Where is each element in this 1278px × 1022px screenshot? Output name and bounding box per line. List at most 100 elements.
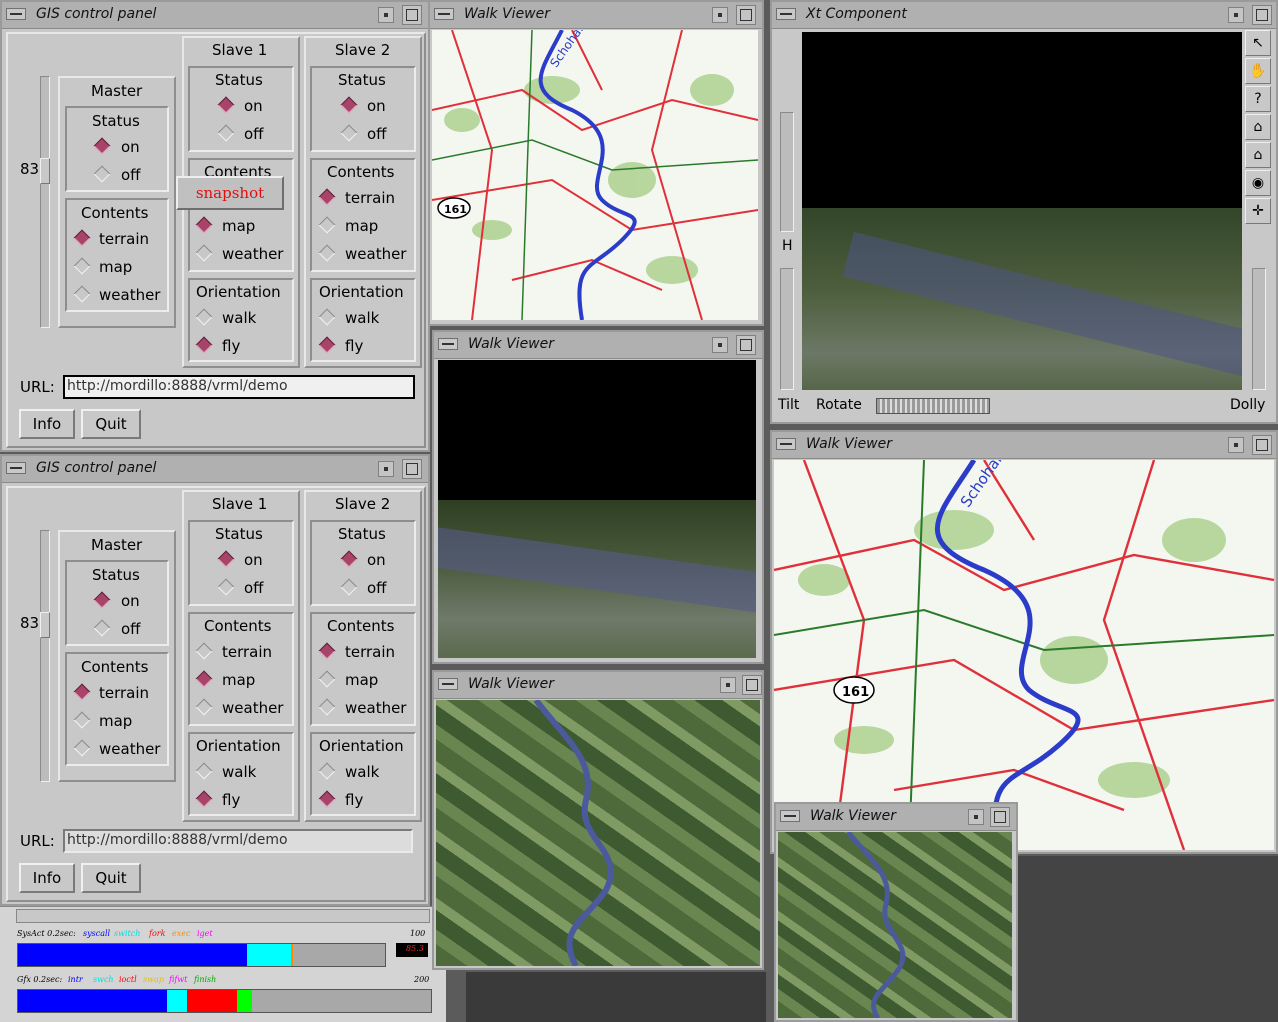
title-bar[interactable]: Walk Viewer — [434, 332, 762, 359]
slave2-walk-label[interactable]: walk — [345, 763, 379, 781]
minimize-icon[interactable] — [378, 7, 394, 23]
maximize-icon[interactable] — [402, 5, 422, 25]
slave2-map-label[interactable]: map — [345, 217, 378, 235]
url-input[interactable]: http://mordillo:8888/vrml/demo — [63, 375, 415, 399]
set-home-icon[interactable]: ⌂ — [1245, 142, 1271, 168]
perf-scrollbar[interactable] — [16, 909, 430, 923]
title-bar[interactable]: Walk Viewer — [430, 2, 762, 29]
slave2-weather-label[interactable]: weather — [345, 245, 406, 263]
title-bar[interactable]: Xt Component — [772, 2, 1276, 29]
minimize-icon[interactable] — [1228, 7, 1244, 23]
window-menu-icon[interactable] — [6, 462, 26, 474]
maximize-icon[interactable] — [1252, 435, 1272, 455]
quit-button[interactable]: Quit — [81, 409, 141, 439]
slave2-walk-label[interactable]: walk — [345, 309, 379, 327]
title-bar[interactable]: Walk Viewer — [772, 432, 1276, 459]
value-slider[interactable] — [40, 76, 50, 328]
info-button[interactable]: Info — [19, 409, 75, 439]
rotate-thumbwheel[interactable] — [876, 398, 990, 414]
maximize-icon[interactable] — [990, 807, 1010, 827]
home-icon[interactable]: ⌂ — [1245, 114, 1271, 140]
minimize-icon[interactable] — [378, 461, 394, 477]
slave1-terrain-label[interactable]: terrain — [222, 643, 272, 661]
minimize-icon[interactable] — [968, 809, 984, 825]
slave1-status-on-label[interactable]: on — [244, 551, 263, 569]
slave2-status-on-label[interactable]: on — [367, 97, 386, 115]
xt-3d-viewport[interactable] — [802, 32, 1242, 390]
master-status-off-label[interactable]: off — [121, 166, 141, 184]
slave1-map-label[interactable]: map — [222, 217, 255, 235]
master-map-label[interactable]: map — [99, 258, 132, 276]
map-viewport[interactable]: 161 Schoharie — [774, 460, 1274, 850]
slave2-fly-label[interactable]: fly — [345, 337, 363, 355]
crosshair-icon[interactable]: ✛ — [1245, 198, 1271, 224]
eye-icon[interactable]: ◉ — [1245, 170, 1271, 196]
window-menu-icon[interactable] — [776, 438, 796, 450]
slave1-status-off-label[interactable]: off — [244, 125, 264, 143]
title-bar[interactable]: GIS control panel — [2, 456, 428, 483]
title-bar[interactable]: Walk Viewer — [776, 804, 1016, 831]
master-status-off-label[interactable]: off — [121, 620, 141, 638]
slave1-weather-label[interactable]: weather — [222, 245, 283, 263]
aerial-viewport[interactable] — [778, 832, 1012, 1018]
slider-thumb[interactable] — [40, 612, 50, 638]
slave2-terrain-label[interactable]: terrain — [345, 189, 395, 207]
window-title: Walk Viewer — [468, 336, 555, 352]
master-status-on-label[interactable]: on — [121, 138, 140, 156]
hand-icon[interactable]: ✋ — [1245, 58, 1271, 84]
maximize-icon[interactable] — [736, 335, 756, 355]
info-button[interactable]: Info — [19, 863, 75, 893]
slave2-fly-label[interactable]: fly — [345, 791, 363, 809]
url-input[interactable]: http://mordillo:8888/vrml/demo — [63, 829, 413, 853]
window-menu-icon[interactable] — [438, 678, 458, 690]
title-bar[interactable]: Walk Viewer — [434, 672, 762, 699]
map-viewport[interactable]: 161 Schoharie — [432, 30, 758, 320]
window-menu-icon[interactable] — [780, 810, 800, 822]
minimize-icon[interactable] — [720, 677, 736, 693]
aerial-viewport[interactable] — [436, 700, 760, 966]
slave2-status-off-label[interactable]: off — [367, 125, 387, 143]
maximize-icon[interactable] — [1252, 5, 1272, 25]
minimize-icon[interactable] — [712, 337, 728, 353]
maximize-icon[interactable] — [736, 5, 756, 25]
arrow-pointer-icon[interactable]: ↖ — [1245, 30, 1271, 56]
slave2-map-label[interactable]: map — [345, 671, 378, 689]
window-menu-icon[interactable] — [6, 8, 26, 20]
slave2-status-off-label[interactable]: off — [367, 579, 387, 597]
window-menu-icon[interactable] — [438, 338, 458, 350]
slave1-status-on-label[interactable]: on — [244, 97, 263, 115]
master-status-on-label[interactable]: on — [121, 592, 140, 610]
snapshot-popup-item[interactable]: snapshot — [176, 176, 284, 210]
slave1-walk-label[interactable]: walk — [222, 763, 256, 781]
slave1-walk-label[interactable]: walk — [222, 309, 256, 327]
dolly-thumbwheel[interactable] — [1252, 268, 1266, 390]
master-terrain-label[interactable]: terrain — [99, 684, 149, 702]
maximize-icon[interactable] — [742, 675, 762, 695]
window-menu-icon[interactable] — [776, 8, 796, 20]
title-bar[interactable]: GIS control panel — [2, 2, 428, 29]
maximize-icon[interactable] — [402, 459, 422, 479]
slider-thumb[interactable] — [40, 158, 50, 184]
master-weather-label[interactable]: weather — [99, 286, 160, 304]
tilt-thumbwheel[interactable] — [780, 268, 794, 390]
master-weather-label[interactable]: weather — [99, 740, 160, 758]
quit-button[interactable]: Quit — [81, 863, 141, 893]
terrain-viewport[interactable] — [438, 360, 756, 658]
master-terrain-label[interactable]: terrain — [99, 230, 149, 248]
slave2-status-on-label[interactable]: on — [367, 551, 386, 569]
slave2-terrain-label[interactable]: terrain — [345, 643, 395, 661]
slave1-weather-label[interactable]: weather — [222, 699, 283, 717]
question-icon[interactable]: ? — [1245, 86, 1271, 112]
minimize-icon[interactable] — [1228, 437, 1244, 453]
slave1-fly-label[interactable]: fly — [222, 337, 240, 355]
slave1-map-label[interactable]: map — [222, 671, 255, 689]
slave2-weather-label[interactable]: weather — [345, 699, 406, 717]
master-map-label[interactable]: map — [99, 712, 132, 730]
minimize-icon[interactable] — [712, 7, 728, 23]
value-slider[interactable] — [40, 530, 50, 782]
window-menu-icon[interactable] — [434, 8, 454, 20]
slave1-fly-label[interactable]: fly — [222, 791, 240, 809]
tilt-thumbwheel-upper[interactable] — [780, 112, 794, 232]
slave1-status-off-label[interactable]: off — [244, 579, 264, 597]
route-label: 161 — [842, 685, 869, 700]
